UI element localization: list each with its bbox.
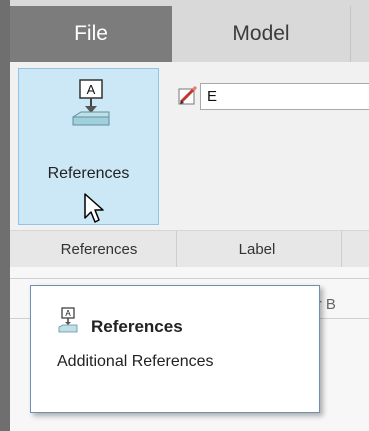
tab-file[interactable]: File xyxy=(10,6,172,62)
references-icon: A xyxy=(58,307,78,333)
tooltip-description: Additional References xyxy=(57,353,214,370)
svg-text:A: A xyxy=(87,82,96,97)
divider xyxy=(10,278,369,279)
references-button-label: References xyxy=(47,165,130,182)
svg-text:A: A xyxy=(65,309,71,318)
tooltip-title: References xyxy=(91,317,183,336)
group-label-label: Label xyxy=(238,241,276,258)
tab-divider xyxy=(350,6,351,62)
tab-model[interactable]: Model xyxy=(172,6,350,62)
cursor-icon xyxy=(84,193,104,223)
group-separator xyxy=(341,231,342,268)
group-label-references: References xyxy=(60,241,138,258)
window-edge xyxy=(0,0,10,431)
ribbon-tab-bar: File Model xyxy=(10,0,369,62)
references-tooltip: A References Additional References xyxy=(30,285,320,413)
label-input[interactable] xyxy=(200,83,369,110)
pencil-icon xyxy=(178,86,198,105)
references-icon: A xyxy=(72,79,110,126)
ribbon-group-bar: References Label xyxy=(10,230,369,268)
